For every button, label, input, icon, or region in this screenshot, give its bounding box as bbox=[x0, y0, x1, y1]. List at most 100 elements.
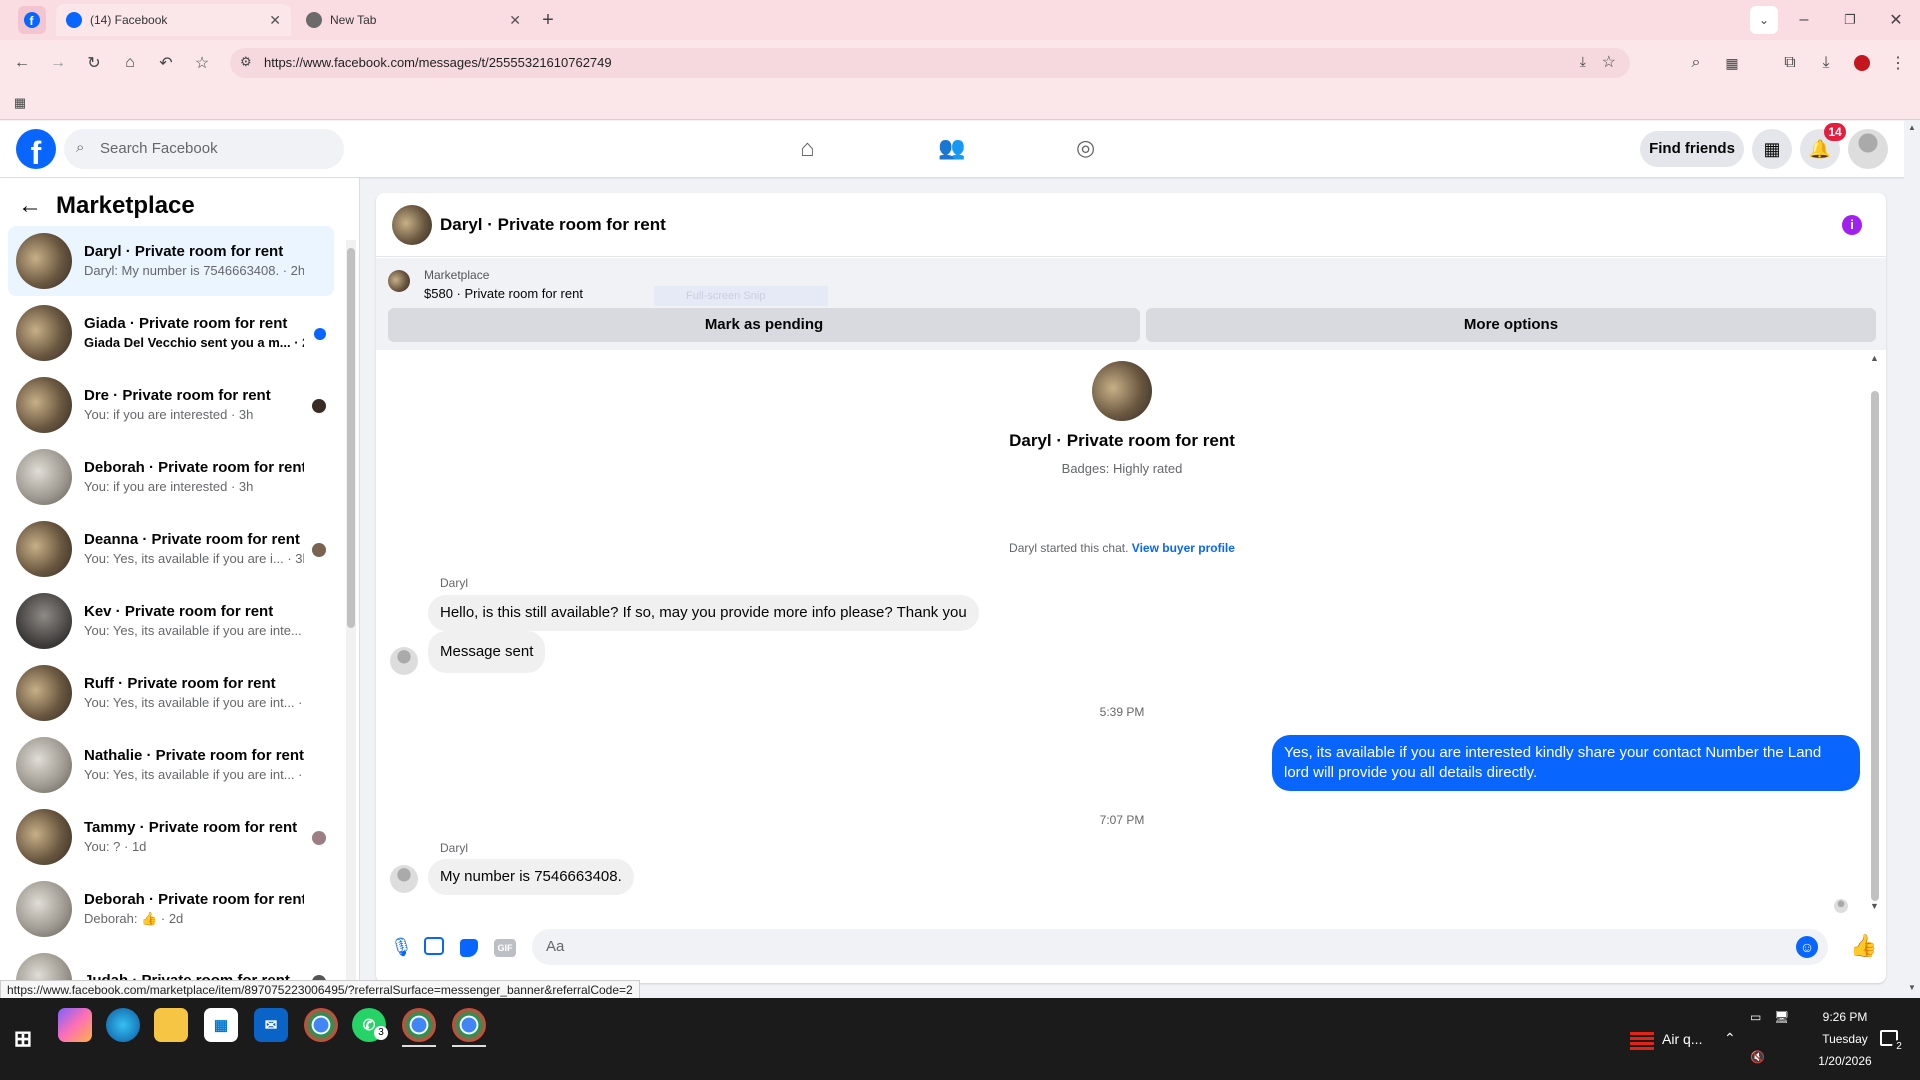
conversation-item[interactable]: Giada · Private room for rent Giada Del V… bbox=[8, 298, 334, 368]
browser-menu-icon[interactable]: ⋮ bbox=[1884, 49, 1912, 77]
scroll-down-arrow-icon[interactable]: ▼ bbox=[1908, 983, 1916, 992]
conversation-item[interactable]: Deanna · Private room for rent You: Yes, … bbox=[8, 514, 334, 584]
chrome-profile-icon-2[interactable] bbox=[452, 1008, 486, 1042]
scroll-up-arrow-icon[interactable]: ▲ bbox=[1908, 123, 1916, 132]
clock-date[interactable]: 1/20/2026 bbox=[1800, 1054, 1890, 1068]
qr-code-icon[interactable]: ▦ bbox=[1718, 49, 1746, 77]
conversation-item[interactable]: Deborah · Private room for rent Deborah: … bbox=[8, 874, 334, 944]
air-quality-icon[interactable] bbox=[1630, 1030, 1654, 1050]
chrome-profile-icon[interactable] bbox=[402, 1008, 436, 1042]
mark-as-pending-button[interactable]: Mark as pending bbox=[388, 308, 1140, 342]
clock-time[interactable]: 9:26 PM bbox=[1800, 1010, 1890, 1024]
listing-title[interactable]: $580 · Private room for rent bbox=[424, 286, 583, 301]
site-info-icon[interactable]: ⚙ bbox=[240, 54, 252, 70]
apps-grid-icon[interactable]: ▦ bbox=[6, 89, 34, 117]
install-app-icon[interactable]: ⤓ bbox=[1580, 53, 1586, 70]
tab-list-chevron-icon[interactable]: ⌄ bbox=[1750, 6, 1778, 34]
clock-day[interactable]: Tuesday bbox=[1800, 1032, 1890, 1046]
undo-icon[interactable]: ↶ bbox=[152, 49, 180, 77]
home-nav-icon[interactable]: ⌂ bbox=[800, 135, 815, 163]
find-friends-button[interactable]: Find friends bbox=[1640, 131, 1744, 167]
buyer-avatar[interactable] bbox=[1092, 361, 1152, 421]
file-explorer-icon[interactable] bbox=[154, 1008, 188, 1042]
edge-browser-icon[interactable] bbox=[106, 1008, 140, 1042]
reload-icon[interactable]: ↻ bbox=[80, 49, 108, 77]
meet-now-icon[interactable]: ▭ bbox=[1750, 1010, 1761, 1024]
conversation-item[interactable]: Dre · Private room for rent You: if you a… bbox=[8, 370, 334, 440]
close-window-button[interactable]: ✕ bbox=[1882, 6, 1910, 34]
sticker-icon[interactable] bbox=[460, 939, 478, 957]
new-tab-button[interactable]: + bbox=[534, 6, 562, 34]
friends-nav-icon[interactable]: 👥 bbox=[938, 135, 965, 161]
listing-thumbnail bbox=[388, 270, 410, 292]
scroll-up-arrow-icon[interactable]: ▲ bbox=[1870, 353, 1879, 363]
more-options-button[interactable]: More options bbox=[1146, 308, 1876, 342]
like-thumbs-up-icon[interactable]: 👍 bbox=[1850, 933, 1877, 959]
tab-new-tab[interactable]: New Tab ✕ bbox=[296, 4, 531, 36]
bookmark-page-star-icon[interactable]: ☆ bbox=[1602, 52, 1616, 72]
message-bubble-incoming[interactable]: Message sent bbox=[428, 631, 546, 673]
copilot-icon[interactable] bbox=[58, 1008, 92, 1042]
conversation-item[interactable]: Deborah · Private room for rent You: if y… bbox=[8, 442, 334, 512]
restore-button[interactable]: ❐ bbox=[1836, 6, 1864, 34]
page-scrollbar[interactable]: ▲ ▼ bbox=[1904, 121, 1920, 998]
gif-icon[interactable]: GIF bbox=[494, 939, 516, 957]
network-icon[interactable]: 🖥 bbox=[1774, 1010, 1789, 1024]
conversation-snippet: You: Yes, its available if you are i... … bbox=[84, 551, 304, 566]
photo-icon[interactable] bbox=[424, 937, 444, 955]
conversation-item[interactable]: Nathalie · Private room for rent You: Yes… bbox=[8, 730, 334, 800]
account-avatar[interactable] bbox=[1848, 129, 1888, 169]
message-bubble-outgoing[interactable]: Yes, its available if you are interested… bbox=[1272, 735, 1860, 791]
menu-grid-icon[interactable]: ▦ bbox=[1752, 129, 1792, 169]
conversation-title: Daryl · Private room for rent bbox=[84, 243, 284, 260]
sidebar-scrollbar[interactable] bbox=[346, 240, 356, 998]
url-text[interactable]: https://www.facebook.com/messages/t/2555… bbox=[264, 55, 612, 70]
scrollbar-thumb[interactable] bbox=[347, 248, 355, 628]
home-icon[interactable]: ⌂ bbox=[116, 49, 144, 77]
emoji-icon[interactable]: ☺ bbox=[1796, 936, 1818, 958]
chrome-icon[interactable] bbox=[304, 1008, 338, 1042]
conversation-item[interactable]: Kev · Private room for rent You: Yes, its… bbox=[8, 586, 334, 656]
search-field[interactable]: ⌕ Search Facebook bbox=[64, 129, 344, 169]
conversation-item[interactable]: Daryl · Private room for rent Daryl: My n… bbox=[8, 226, 334, 296]
conversation-text: Kev · Private room for rent You: Yes, its… bbox=[84, 602, 304, 640]
forward-icon[interactable]: → bbox=[44, 49, 72, 77]
conversation-item[interactable]: Tammy · Private room for rent You: ? · 1d bbox=[8, 802, 334, 872]
action-center-badge: 2 bbox=[1892, 1040, 1906, 1054]
bookmark-star-icon[interactable]: ☆ bbox=[188, 49, 216, 77]
tab-search-icon[interactable]: f bbox=[18, 6, 46, 34]
facebook-logo-icon[interactable]: f bbox=[16, 129, 56, 169]
zoom-icon[interactable]: ⌕ bbox=[1682, 49, 1710, 77]
chat-avatar[interactable] bbox=[392, 205, 432, 245]
tab-facebook[interactable]: (14) Facebook ✕ bbox=[56, 4, 291, 36]
chat-title[interactable]: Daryl · Private room for rent bbox=[440, 215, 666, 235]
message-bubble-incoming[interactable]: Hello, is this still available? If so, m… bbox=[428, 595, 979, 631]
message-input[interactable]: Aa ☺ bbox=[532, 929, 1828, 965]
microsoft-store-icon[interactable]: ▦ bbox=[204, 1008, 238, 1042]
message-bubble-incoming[interactable]: My number is 7546663408. bbox=[428, 859, 634, 895]
view-buyer-profile-link[interactable]: View buyer profile bbox=[1132, 541, 1235, 555]
weather-text[interactable]: Air q... bbox=[1662, 1031, 1702, 1047]
close-tab-icon[interactable]: ✕ bbox=[269, 12, 281, 29]
thread-scrollbar[interactable]: ▲ ▼ bbox=[1868, 353, 1882, 913]
close-tab-icon[interactable]: ✕ bbox=[509, 12, 521, 29]
outlook-icon[interactable]: ✉ bbox=[254, 1008, 288, 1042]
groups-nav-icon[interactable]: ◎ bbox=[1076, 135, 1095, 161]
address-bar[interactable]: ⚙ https://www.facebook.com/messages/t/25… bbox=[230, 48, 1630, 78]
windows-start-icon[interactable]: ⊞ bbox=[6, 1022, 40, 1056]
microphone-icon[interactable]: 🎙 bbox=[390, 937, 413, 958]
conversation-thumbnail bbox=[16, 521, 72, 577]
screenshot-crop-icon[interactable]: ⧉ bbox=[1776, 49, 1804, 77]
volume-muted-icon[interactable]: 🔇 bbox=[1750, 1050, 1765, 1064]
scroll-down-arrow-icon[interactable]: ▼ bbox=[1870, 901, 1879, 911]
back-icon[interactable]: ← bbox=[8, 49, 36, 77]
info-icon[interactable]: i bbox=[1842, 215, 1862, 235]
downloads-icon[interactable]: ⤓ bbox=[1812, 49, 1840, 77]
minimize-button[interactable]: – bbox=[1790, 6, 1818, 34]
back-arrow-icon[interactable]: ← bbox=[18, 192, 42, 220]
conversation-item[interactable]: Ruff · Private room for rent You: Yes, it… bbox=[8, 658, 334, 728]
profile-avatar-icon[interactable] bbox=[1848, 49, 1876, 77]
tray-chevron-up-icon[interactable]: ⌃ bbox=[1724, 1030, 1736, 1047]
listing-banner[interactable]: Marketplace $580 · Private room for rent… bbox=[376, 258, 1886, 350]
scrollbar-thumb[interactable] bbox=[1871, 391, 1879, 901]
